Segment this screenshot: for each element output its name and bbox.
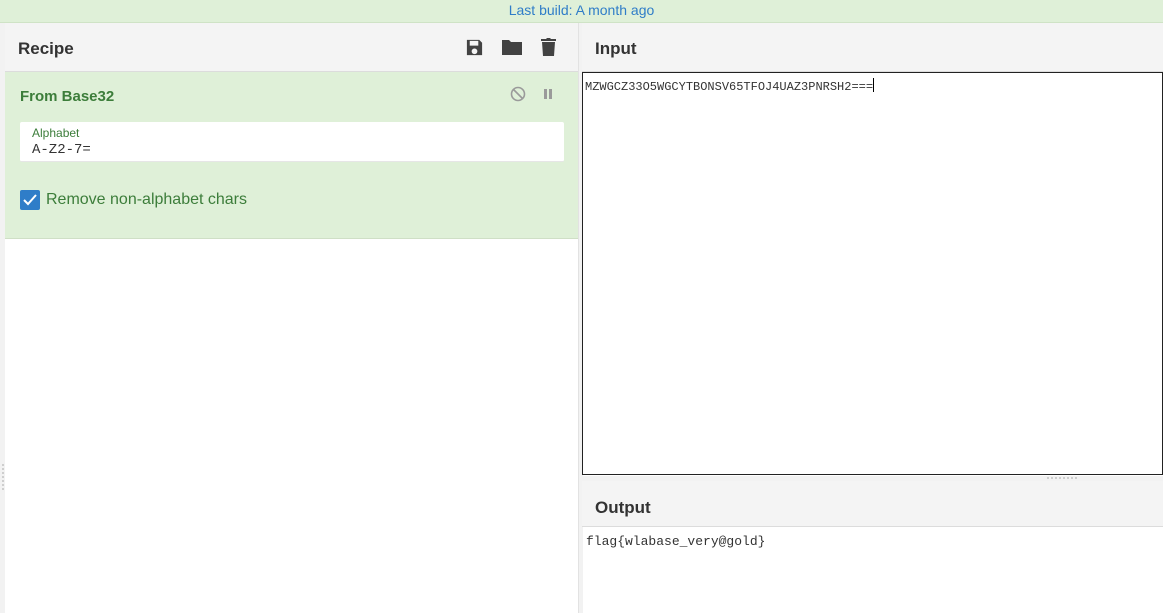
pause-icon[interactable] (540, 86, 556, 102)
recipe-panel: Recipe From Base32 Alphabet A-Z2-7= Remo… (5, 23, 579, 613)
input-textarea[interactable]: MZWGCZ33O5WGCYTBONSV65TFOJ4UAZ3PNRSH2=== (582, 72, 1163, 475)
alphabet-value[interactable]: A-Z2-7= (32, 142, 91, 158)
output-title: Output (595, 498, 651, 517)
remove-non-alphabet-option[interactable]: Remove non-alphabet chars (20, 190, 247, 210)
save-icon[interactable] (463, 36, 486, 58)
input-header: Input (582, 23, 1163, 72)
recipe-title: Recipe (18, 39, 74, 58)
folder-icon[interactable] (500, 36, 523, 58)
disable-icon[interactable] (510, 86, 526, 102)
operation-title: From Base32 (20, 88, 115, 105)
output-panel: Output flag{wlabase_very@gold} (582, 481, 1163, 613)
alphabet-label: Alphabet (32, 126, 80, 140)
build-banner-text[interactable]: Last build: A month ago (509, 2, 655, 18)
io-resize-grip[interactable] (1046, 477, 1078, 479)
input-text[interactable]: MZWGCZ33O5WGCYTBONSV65TFOJ4UAZ3PNRSH2=== (585, 78, 874, 94)
build-banner: Last build: A month ago (0, 0, 1163, 23)
remove-non-alphabet-label[interactable]: Remove non-alphabet chars (46, 191, 247, 209)
recipe-header: Recipe (5, 23, 578, 72)
output-header: Output (582, 481, 1163, 527)
checkmark-icon (23, 194, 37, 206)
input-title: Input (595, 39, 637, 58)
output-text[interactable]: flag{wlabase_very@gold} (586, 534, 765, 549)
alphabet-field[interactable]: Alphabet A-Z2-7= (20, 122, 564, 162)
trash-icon[interactable] (537, 36, 560, 58)
resize-grip[interactable] (2, 463, 4, 491)
input-panel: Input MZWGCZ33O5WGCYTBONSV65TFOJ4UAZ3PNR… (582, 23, 1163, 476)
operation-from-base32[interactable]: From Base32 Alphabet A-Z2-7= Remove non-… (5, 72, 578, 239)
remove-non-alphabet-checkbox[interactable] (20, 190, 40, 210)
